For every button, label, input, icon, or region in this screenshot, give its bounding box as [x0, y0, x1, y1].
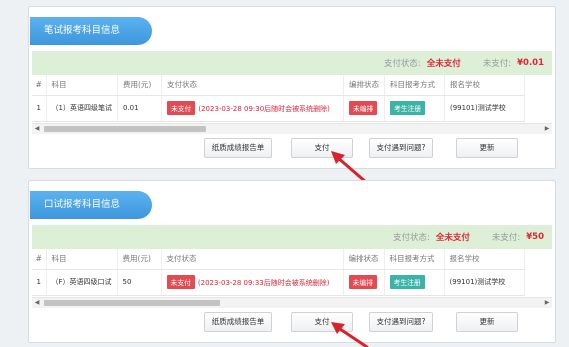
chevron-left-icon[interactable]: ◀: [32, 298, 42, 308]
horizontal-scrollbar[interactable]: ◀ ▶: [32, 297, 552, 308]
payment-status-bar: 支付状态: 全未支付 未支付: ¥0.01: [32, 51, 552, 75]
scrollbar-thumb[interactable]: [44, 126, 206, 132]
section-title: 口试报考科目信息: [30, 191, 152, 219]
arrange-status-cell: 未编排: [343, 95, 385, 122]
table-header-row: # 科目 费用(元) 支付状态 编排状态 科目报考方式 报名学校: [32, 249, 525, 270]
unpaid-amount: ¥0.01: [517, 58, 544, 68]
deletion-deadline-note: (2023-03-28 09:33后随时会被系统删除): [197, 279, 330, 287]
refresh-button[interactable]: 更新: [456, 138, 518, 158]
school-name: (99101)测试学校: [444, 95, 525, 122]
paper-report-button[interactable]: 纸质成绩报告单: [204, 138, 272, 158]
arrange-status-cell: 未编排: [343, 269, 385, 296]
registration-method-cell: 考生注册: [384, 269, 445, 296]
section-title: 笔试报考科目信息: [30, 17, 152, 45]
chevron-right-icon[interactable]: ▶: [542, 298, 552, 308]
subject-name: （F）英语四级口试: [46, 269, 118, 296]
unpaid-badge: 未支付: [166, 275, 195, 289]
subject-fee: 0.01: [117, 95, 162, 122]
payment-status-bar: 支付状态: 全未支付 未支付: ¥50: [32, 225, 552, 249]
registration-method-cell: 考生注册: [384, 95, 445, 122]
unarranged-badge: 未编排: [348, 275, 377, 289]
table-row: 1 （1）英语四级笔试 0.01 未支付 (2023-03-28 09:30后随时…: [32, 95, 525, 122]
payment-status-label: 支付状态:: [383, 59, 421, 69]
column-header: 支付状态: [161, 75, 344, 96]
paper-report-button[interactable]: 纸质成绩报告单: [204, 312, 272, 332]
column-header: 支付状态: [161, 249, 344, 270]
column-header: 科目报考方式: [384, 249, 445, 270]
action-button-row: 纸质成绩报告单 支付 支付遇到问题? 更新: [29, 138, 555, 160]
subject-fee: 50: [117, 269, 162, 296]
column-header: 科目: [46, 249, 118, 270]
chevron-right-icon[interactable]: ▶: [542, 124, 552, 134]
column-header: 科目: [46, 75, 118, 96]
horizontal-scrollbar[interactable]: ◀ ▶: [32, 123, 552, 134]
payment-status-value: 全未支付: [426, 59, 461, 69]
payment-status-value: 全未支付: [435, 233, 470, 243]
subject-name: （1）英语四级笔试: [46, 95, 118, 122]
column-header: #: [32, 75, 47, 96]
column-header: 报名学校: [444, 75, 525, 96]
action-button-row: 纸质成绩报告单 支付 支付遇到问题? 更新: [29, 312, 555, 334]
table-row: 1 （F）英语四级口试 50 未支付 (2023-03-28 09:33后随时会被…: [32, 269, 525, 296]
oral-exam-panel: 口试报考科目信息 支付状态: 全未支付 未支付: ¥50 # 科目 费用(元) …: [28, 180, 556, 347]
school-name: (99101)测试学校: [444, 269, 525, 296]
unpaid-label: 未支付:: [491, 233, 521, 243]
unpaid-amount: ¥50: [526, 232, 544, 242]
column-header: 费用(元): [117, 75, 162, 96]
column-header: 报名学校: [444, 249, 525, 270]
candidate-registered-badge: 考生注册: [389, 101, 426, 115]
table-header-row: # 科目 费用(元) 支付状态 编排状态 科目报考方式 报名学校: [32, 75, 525, 96]
payment-status-cell: 未支付 (2023-03-28 09:33后随时会被系统删除): [161, 269, 344, 296]
scrollbar-thumb[interactable]: [44, 300, 220, 306]
payment-status-label: 支付状态:: [392, 233, 430, 243]
unpaid-badge: 未支付: [166, 101, 196, 115]
column-header: 费用(元): [117, 249, 162, 270]
payment-status-cell: 未支付 (2023-03-28 09:30后随时会被系统删除): [161, 95, 344, 122]
subject-table: # 科目 费用(元) 支付状态 编排状态 科目报考方式 报名学校 1 （F）英语…: [32, 249, 552, 297]
column-header: 编排状态: [343, 75, 385, 96]
refresh-button[interactable]: 更新: [456, 312, 518, 332]
row-index: 1: [32, 95, 47, 122]
unarranged-badge: 未编排: [348, 101, 378, 115]
red-arrow-icon: [331, 322, 369, 347]
unpaid-label: 未支付:: [482, 59, 512, 69]
column-header: 科目报考方式: [384, 75, 445, 96]
row-index: 1: [32, 269, 47, 296]
deletion-deadline-note: (2023-03-28 09:30后随时会被系统删除): [198, 105, 330, 113]
chevron-left-icon[interactable]: ◀: [32, 124, 42, 134]
column-header: 编排状态: [343, 249, 385, 270]
column-header: #: [32, 249, 47, 270]
subject-table: # 科目 费用(元) 支付状态 编排状态 科目报考方式 报名学校 1 （1）英语…: [32, 75, 552, 123]
candidate-registered-badge: 考生注册: [389, 275, 425, 289]
written-exam-panel: 笔试报考科目信息 支付状态: 全未支付 未支付: ¥0.01 # 科目 费用(元…: [28, 6, 556, 185]
